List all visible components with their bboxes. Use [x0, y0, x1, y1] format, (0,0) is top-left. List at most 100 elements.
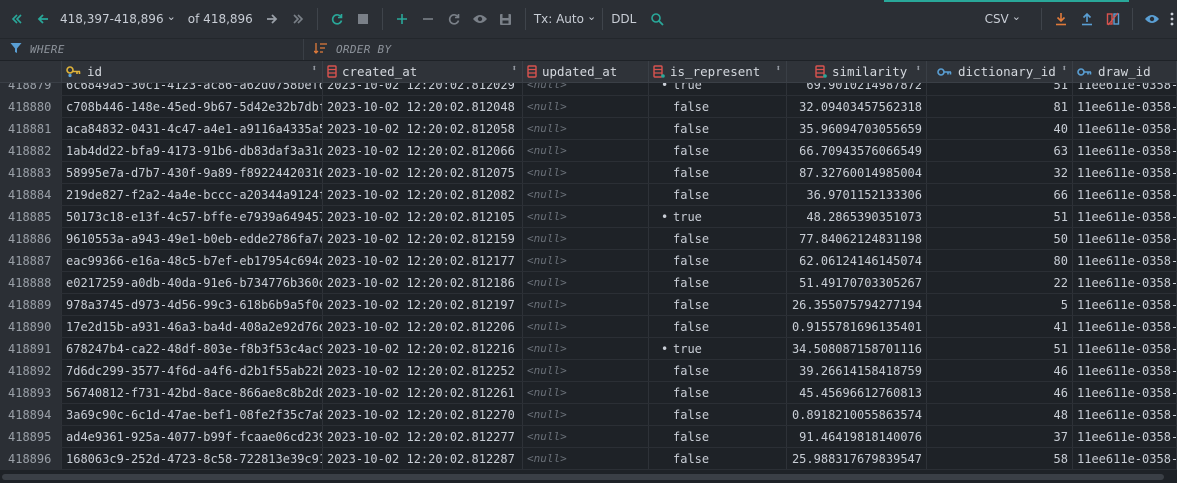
cell-created-at[interactable]: 2023-10-02 12:20:02.812105: [323, 206, 523, 227]
cell-created-at[interactable]: 2023-10-02 12:20:02.812066: [323, 140, 523, 161]
table-row[interactable]: 418892 7d6dc299-3577-4f6d-a4f6-d2b1f55ab2…: [0, 360, 1177, 382]
cell-dictionary-id[interactable]: 51: [927, 338, 1073, 359]
cell-id[interactable]: 17e2d15b-a931-46a3-ba4d-408a2e92d76d: [62, 316, 323, 337]
table-row[interactable]: 418896 168063c9-252d-4723-8c58-722813e39c…: [0, 448, 1177, 470]
cell-created-at[interactable]: 2023-10-02 12:20:02.812177: [323, 250, 523, 271]
cell-created-at[interactable]: 2023-10-02 12:20:02.812082: [323, 184, 523, 205]
cell-draw-id[interactable]: 11ee611e-0358-: [1073, 140, 1177, 161]
cell-dictionary-id[interactable]: 5: [927, 294, 1073, 315]
cell-updated-at[interactable]: <null>: [523, 338, 649, 359]
prev-page-icon[interactable]: [32, 8, 54, 30]
cell-is-represent[interactable]: false: [649, 316, 787, 337]
scrollbar-thumb[interactable]: [2, 474, 1164, 480]
column-header-similarity[interactable]: similarity ⬍: [787, 61, 927, 82]
table-row[interactable]: 418885 50173c18-e13f-4c57-bffe-e7939a6494…: [0, 206, 1177, 228]
view-icon[interactable]: [1141, 8, 1163, 30]
column-header-updated-at[interactable]: updated_at: [523, 61, 649, 82]
cell-similarity[interactable]: 25.988317679839547: [787, 448, 927, 469]
sort-toggle-icon[interactable]: ⬍: [312, 64, 317, 74]
cell-dictionary-id[interactable]: 46: [927, 382, 1073, 403]
transaction-mode-dropdown[interactable]: Tx: Auto: [534, 7, 596, 31]
cell-updated-at[interactable]: <null>: [523, 448, 649, 469]
cell-dictionary-id[interactable]: 50: [927, 228, 1073, 249]
column-header-is-represent[interactable]: is_represent ⬍: [649, 61, 787, 82]
cell-id[interactable]: 56740812-f731-42bd-8ace-866ae8c8b2d8: [62, 382, 323, 403]
column-header-created-at[interactable]: created_at ⬍: [323, 61, 523, 82]
table-row[interactable]: 418889 978a3745-d973-4d56-99c3-618b6b9a5f…: [0, 294, 1177, 316]
cell-dictionary-id[interactable]: 51: [927, 83, 1073, 95]
cell-similarity[interactable]: 36.9701152133306: [787, 184, 927, 205]
cell-draw-id[interactable]: 11ee611e-0358-: [1073, 272, 1177, 293]
cell-draw-id[interactable]: 11ee611e-0358-: [1073, 96, 1177, 117]
cell-id[interactable]: 678247b4-ca22-48df-803e-f8b3f53c4ac9: [62, 338, 323, 359]
export-format-dropdown[interactable]: CSV: [985, 7, 1021, 31]
cell-is-represent[interactable]: • true: [649, 206, 787, 227]
cell-created-at[interactable]: 2023-10-02 12:20:02.812287: [323, 448, 523, 469]
cell-created-at[interactable]: 2023-10-02 12:20:02.812058: [323, 118, 523, 139]
cell-similarity[interactable]: 0.8918210055863574: [787, 404, 927, 425]
cell-draw-id[interactable]: 11ee611e-0358-: [1073, 118, 1177, 139]
cell-draw-id[interactable]: 11ee611e-0358-: [1073, 360, 1177, 381]
cell-is-represent[interactable]: false: [649, 228, 787, 249]
cell-is-represent[interactable]: false: [649, 448, 787, 469]
next-page-icon[interactable]: [261, 8, 283, 30]
table-row[interactable]: 418894 3a69c90c-6c1d-47ae-bef1-08fe2f35c7…: [0, 404, 1177, 426]
cell-similarity[interactable]: 32.09403457562318: [787, 96, 927, 117]
refresh-icon[interactable]: [326, 8, 348, 30]
cell-id[interactable]: 168063c9-252d-4723-8c58-722813e39c91: [62, 448, 323, 469]
cell-dictionary-id[interactable]: 81: [927, 96, 1073, 117]
cell-created-at[interactable]: 2023-10-02 12:20:02.812270: [323, 404, 523, 425]
cell-updated-at[interactable]: <null>: [523, 250, 649, 271]
horizontal-scrollbar[interactable]: [0, 471, 1177, 483]
search-icon[interactable]: [646, 8, 668, 30]
cell-id[interactable]: eac99366-e16a-48c5-b7ef-eb17954c694d: [62, 250, 323, 271]
cell-updated-at[interactable]: <null>: [523, 360, 649, 381]
cell-similarity[interactable]: 66.70943576066549: [787, 140, 927, 161]
cell-id[interactable]: e0217259-a0db-40da-91e6-b734776b360d: [62, 272, 323, 293]
cell-is-represent[interactable]: false: [649, 294, 787, 315]
cell-dictionary-id[interactable]: 66: [927, 184, 1073, 205]
cell-is-represent[interactable]: false: [649, 360, 787, 381]
cell-updated-at[interactable]: <null>: [523, 118, 649, 139]
cell-created-at[interactable]: 2023-10-02 12:20:02.812075: [323, 162, 523, 183]
cell-draw-id[interactable]: 11ee611e-0358-: [1073, 206, 1177, 227]
cell-similarity[interactable]: 39.26614158418759: [787, 360, 927, 381]
table-row[interactable]: 418882 1ab4dd22-bfa9-4173-91b6-db83daf3a3…: [0, 140, 1177, 162]
cell-draw-id[interactable]: 11ee611e-0358-: [1073, 426, 1177, 447]
cell-is-represent[interactable]: false: [649, 118, 787, 139]
cell-created-at[interactable]: 2023-10-02 12:20:02.812029: [323, 83, 523, 95]
table-row[interactable]: 418879 6c6849a5-30c1-4123-ac86-a62d0758be…: [0, 83, 1177, 96]
cell-id[interactable]: 58995e7a-d7b7-430f-9a89-f89224420316: [62, 162, 323, 183]
cell-id[interactable]: c708b446-148e-45ed-9b67-5d42e32b7dbf: [62, 96, 323, 117]
cell-dictionary-id[interactable]: 48: [927, 404, 1073, 425]
cell-id[interactable]: 978a3745-d973-4d56-99c3-618b6b9a5f0e: [62, 294, 323, 315]
cell-id[interactable]: 1ab4dd22-bfa9-4173-91b6-db83daf3a31d: [62, 140, 323, 161]
cell-updated-at[interactable]: <null>: [523, 228, 649, 249]
cell-id[interactable]: 3a69c90c-6c1d-47ae-bef1-08fe2f35c7a8: [62, 404, 323, 425]
table-row[interactable]: 418890 17e2d15b-a931-46a3-ba4d-408a2e92d7…: [0, 316, 1177, 338]
cell-created-at[interactable]: 2023-10-02 12:20:02.812197: [323, 294, 523, 315]
cell-similarity[interactable]: 77.84062124831198: [787, 228, 927, 249]
cell-updated-at[interactable]: <null>: [523, 140, 649, 161]
table-row[interactable]: 418883 58995e7a-d7b7-430f-9a89-f892244203…: [0, 162, 1177, 184]
cell-updated-at[interactable]: <null>: [523, 184, 649, 205]
cell-is-represent[interactable]: • true: [649, 83, 787, 95]
where-filter-field[interactable]: WHERE: [0, 39, 304, 60]
table-row[interactable]: 418893 56740812-f731-42bd-8ace-866ae8c8b2…: [0, 382, 1177, 404]
table-row[interactable]: 418887 eac99366-e16a-48c5-b7ef-eb17954c69…: [0, 250, 1177, 272]
cell-updated-at[interactable]: <null>: [523, 404, 649, 425]
cell-similarity[interactable]: 34.508087158701116: [787, 338, 927, 359]
cell-similarity[interactable]: 69.9010214987872: [787, 83, 927, 95]
cell-similarity[interactable]: 48.2865390351073: [787, 206, 927, 227]
cell-similarity[interactable]: 0.9155781696135401: [787, 316, 927, 337]
cell-created-at[interactable]: 2023-10-02 12:20:02.812261: [323, 382, 523, 403]
cell-id[interactable]: 9610553a-a943-49e1-b0eb-edde2786fa7c: [62, 228, 323, 249]
cell-id[interactable]: 6c6849a5-30c1-4123-ac86-a62d0758befd: [62, 83, 323, 95]
cell-updated-at[interactable]: <null>: [523, 382, 649, 403]
table-row[interactable]: 418891 678247b4-ca22-48df-803e-f8b3f53c4a…: [0, 338, 1177, 360]
cell-created-at[interactable]: 2023-10-02 12:20:02.812186: [323, 272, 523, 293]
cell-created-at[interactable]: 2023-10-02 12:20:02.812252: [323, 360, 523, 381]
cell-similarity[interactable]: 91.46419818140076: [787, 426, 927, 447]
cell-dictionary-id[interactable]: 40: [927, 118, 1073, 139]
cell-created-at[interactable]: 2023-10-02 12:20:02.812216: [323, 338, 523, 359]
